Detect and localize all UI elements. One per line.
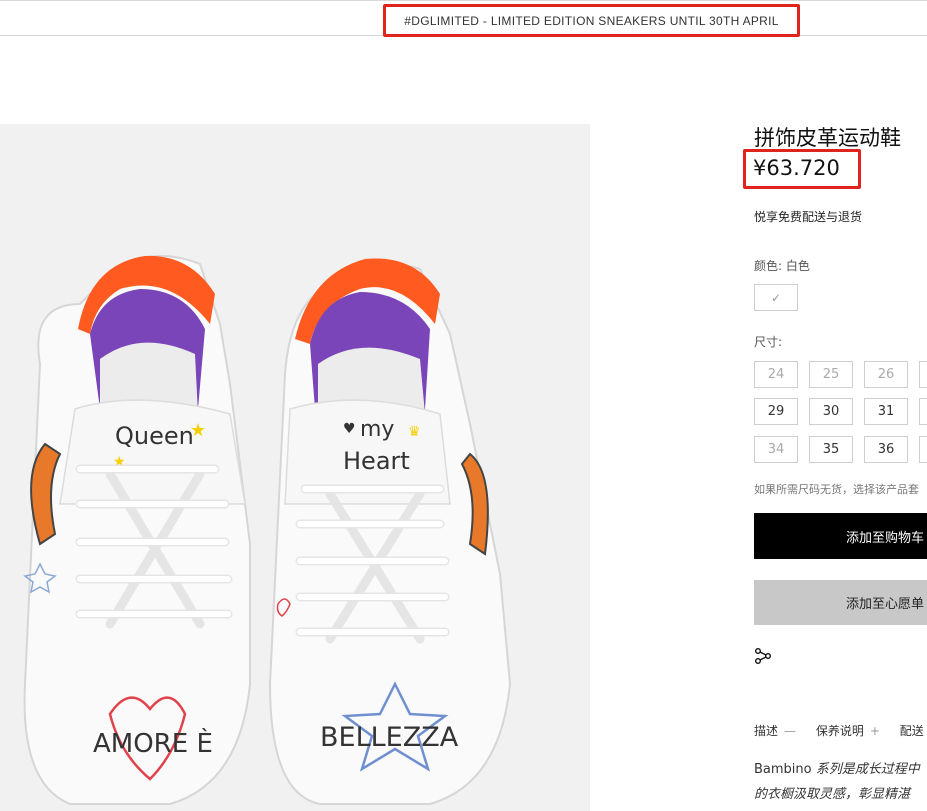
shoe-text-bellezza: BELLEZZA [320, 722, 459, 753]
size-option-25[interactable]: 25 [809, 361, 853, 388]
color-swatch-white[interactable]: ✓ [754, 284, 798, 311]
size-option-34[interactable]: 34 [754, 436, 798, 463]
size-option-26[interactable]: 26 [864, 361, 908, 388]
product-title: 拼饰皮革运动鞋 [754, 126, 901, 150]
size-availability-note: 如果所需尺码无货，选择该产品套 [754, 483, 919, 496]
add-to-wishlist-button[interactable]: 添加至心愿单 [754, 580, 927, 625]
size-option-29[interactable]: 29 [754, 398, 798, 425]
size-option-36[interactable]: 36 [864, 436, 908, 463]
product-image[interactable]: Queen ★ ★ AMORE È ♥ my ♛ Heart BELLEZZA [0, 124, 590, 811]
shoe-text-queen: Queen [115, 422, 194, 450]
size-option-24[interactable]: 24 [754, 361, 798, 388]
share-icon[interactable] [754, 647, 772, 665]
promo-banner[interactable]: #DGLIMITED - LIMITED EDITION SNEAKERS UN… [383, 4, 800, 37]
svg-text:♥: ♥ [343, 421, 356, 437]
tab-description[interactable]: 描述 — [754, 724, 796, 738]
shoe-text-heart: Heart [343, 447, 410, 475]
add-to-cart-button[interactable]: 添加至购物车 [754, 513, 927, 559]
shoe-text-my: my [360, 417, 394, 442]
check-icon: ✓ [770, 290, 782, 305]
svg-text:★: ★ [190, 420, 206, 441]
description-line-2: 的衣橱汲取灵感，彰显精湛 [754, 787, 911, 802]
tab-care[interactable]: 保养说明 + [816, 724, 880, 738]
description-line-1: Bambino 系列是成长过程中 [754, 762, 920, 777]
color-label: 颜色: 白色 [754, 259, 810, 273]
size-option-more[interactable] [919, 398, 927, 425]
shipping-info: 悦享免费配送与退货 [754, 210, 863, 224]
size-option-35[interactable]: 35 [809, 436, 853, 463]
svg-text:♛: ♛ [408, 424, 421, 440]
size-label: 尺寸: [754, 335, 783, 349]
size-option-more[interactable] [919, 436, 927, 463]
left-sneaker: Queen ★ ★ AMORE È [23, 255, 251, 805]
size-option-more[interactable] [919, 361, 927, 388]
info-tabs: 描述 — 保养说明 + 配送 [754, 722, 927, 739]
size-option-31[interactable]: 31 [864, 398, 908, 425]
size-option-30[interactable]: 30 [809, 398, 853, 425]
tab-shipping[interactable]: 配送 [900, 724, 924, 738]
shoe-text-amore: AMORE È [93, 727, 213, 759]
product-price: ¥63.720 [753, 156, 840, 180]
